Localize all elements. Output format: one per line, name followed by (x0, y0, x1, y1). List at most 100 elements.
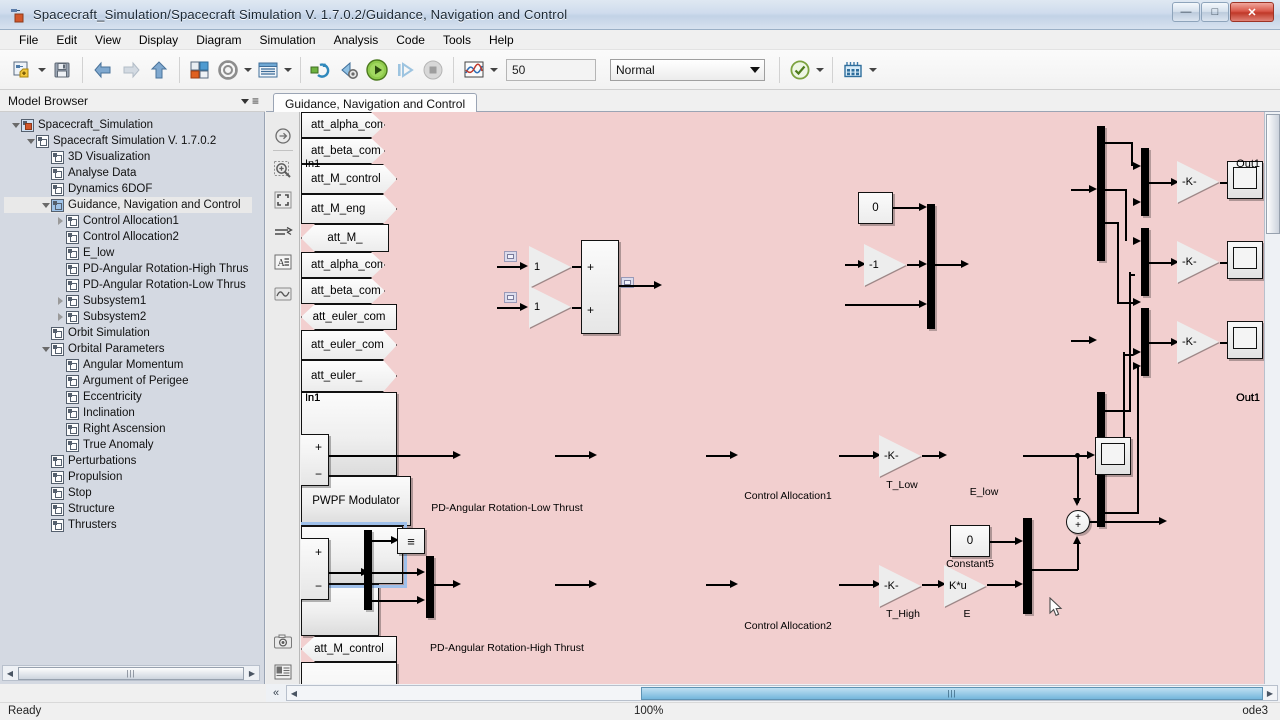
update-model-icon[interactable] (307, 56, 335, 84)
mux-block[interactable] (927, 204, 935, 329)
menu-code[interactable]: Code (387, 31, 434, 49)
scroll-thumb[interactable]: ||| (18, 666, 244, 680)
tree-item-subsystem1[interactable]: Subsystem1 (4, 293, 252, 309)
sum-block[interactable]: + + (581, 240, 619, 334)
tree-item-subsystem2[interactable]: Subsystem2 (4, 309, 252, 325)
tree-item-control-allocation1[interactable]: Control Allocation1 (4, 213, 252, 229)
tree-item-guidance-navigation-and-control[interactable]: Guidance, Navigation and Control (4, 197, 252, 213)
gain-block-k2[interactable]: -K- (1177, 241, 1221, 283)
gain-block-t-low[interactable]: -K- (879, 435, 923, 477)
new-model-dropdown-icon[interactable] (36, 56, 48, 84)
tree-item-spacecraft-simulation[interactable]: Spacecraft_Simulation (4, 117, 252, 133)
subsystem-pd-angular-rotation-high-thrust[interactable]: In1 Out1 (301, 158, 1260, 684)
model-explorer-icon[interactable] (254, 56, 282, 84)
menu-analysis[interactable]: Analysis (325, 31, 388, 49)
menu-display[interactable]: Display (130, 31, 187, 49)
mux-block-1[interactable] (1141, 148, 1149, 216)
tree-item-propulsion[interactable]: Propulsion (4, 469, 252, 485)
menu-diagram[interactable]: Diagram (187, 31, 250, 49)
tree-item-inclination[interactable]: Inclination (4, 405, 252, 421)
library-browser-icon[interactable] (186, 56, 214, 84)
up-to-parent-icon[interactable] (145, 56, 173, 84)
browser-horizontal-scrollbar[interactable]: ◀ ||| ▶ (2, 665, 260, 681)
model-configuration-dropdown-icon[interactable] (242, 56, 254, 84)
inport-att_beta_com-2[interactable]: att_beta_com (301, 278, 385, 304)
tree-twisty-icon[interactable] (40, 341, 51, 357)
tree-item-structure[interactable]: Structure (4, 501, 252, 517)
outport-att_M[interactable]: att_M_ (301, 224, 389, 252)
outport-att_euler_com[interactable]: att_euler_com (301, 304, 397, 330)
tree-item-spacecraft-simulation-v-1-7-0-2[interactable]: Spacecraft Simulation V. 1.7.0.2 (4, 133, 252, 149)
constant5-block[interactable]: 0 (950, 525, 990, 557)
menu-edit[interactable]: Edit (47, 31, 86, 49)
tree-item-stop[interactable]: Stop (4, 485, 252, 501)
inport-att_euler_com[interactable]: att_euler_com (301, 330, 397, 360)
canvas-horizontal-scrollbar[interactable]: ◀ ||| ▶ (286, 685, 1278, 701)
panel-menu-icon[interactable]: ≡ (252, 94, 259, 108)
terminator-block[interactable]: ≡ (397, 528, 425, 554)
tree-twisty-icon[interactable] (55, 213, 66, 229)
report-icon[interactable] (271, 660, 295, 684)
tree-item-perturbations[interactable]: Perturbations (4, 453, 252, 469)
signal-trace-icon[interactable] (271, 220, 295, 244)
gain-block-1b[interactable]: 1 (529, 286, 573, 328)
scroll-left-icon[interactable]: ◀ (3, 666, 17, 680)
gain-block-1a[interactable]: 1 (529, 246, 573, 288)
scope-viewer-icon[interactable] (271, 282, 295, 306)
scroll-left-icon[interactable]: ◀ (287, 686, 301, 700)
simulation-data-inspector-dropdown-icon[interactable] (488, 56, 500, 84)
outport-att_M_control[interactable]: att_M_control (301, 636, 397, 662)
maximize-button[interactable]: □ (1201, 2, 1229, 22)
tree-item-dynamics-6dof[interactable]: Dynamics 6DOF (4, 181, 252, 197)
zoom-in-icon[interactable] (271, 158, 295, 182)
tree-item-thrusters[interactable]: Thrusters (4, 517, 252, 533)
tree-item-orbit-simulation[interactable]: Orbit Simulation (4, 325, 252, 341)
tree-item-pd-angular-rotation-high-thrus[interactable]: PD-Angular Rotation-High Thrus (4, 261, 252, 277)
model-configuration-icon[interactable] (214, 56, 242, 84)
tree-twisty-icon[interactable] (55, 309, 66, 325)
model-explorer-dropdown-icon[interactable] (282, 56, 294, 84)
scroll-right-icon[interactable]: ▶ (1263, 686, 1277, 700)
inport-att_M_eng[interactable]: att_M_eng (301, 194, 397, 224)
camera-icon[interactable] (271, 630, 295, 654)
tab-guidance-navigation-and-control[interactable]: Guidance, Navigation and Control (273, 93, 478, 113)
menu-view[interactable]: View (86, 31, 130, 49)
tree-item-e-low[interactable]: E_low (4, 245, 252, 261)
tree-item-angular-momentum[interactable]: Angular Momentum (4, 357, 252, 373)
sum-block-circle[interactable]: + + (1066, 510, 1090, 534)
mux-block-output[interactable] (1023, 518, 1032, 614)
simulation-mode-select[interactable]: Normal (610, 58, 765, 81)
demux-block-upper[interactable] (1097, 126, 1105, 261)
canvas-vertical-scrollbar[interactable] (1264, 112, 1280, 684)
run-icon[interactable] (363, 56, 391, 84)
menu-simulation[interactable]: Simulation (251, 31, 325, 49)
model-dependency-dropdown-icon[interactable] (867, 56, 879, 84)
tree-item-orbital-parameters[interactable]: Orbital Parameters (4, 341, 252, 357)
tree-item-3d-visualization[interactable]: 3D Visualization (4, 149, 252, 165)
mux-block-3[interactable] (1141, 308, 1149, 376)
demux-block-bottom[interactable] (364, 530, 372, 610)
scroll-thumb[interactable]: ||| (641, 686, 1263, 700)
chevron-down-icon[interactable] (240, 98, 249, 104)
minimize-button[interactable]: — (1172, 2, 1200, 22)
collapse-browser-icon[interactable]: « (266, 684, 286, 702)
scope-block-3[interactable] (1227, 321, 1263, 359)
signal-viewer-badge[interactable] (504, 251, 517, 262)
gain-block-k3[interactable]: -K- (1177, 321, 1221, 363)
tree-item-argument-of-perigee[interactable]: Argument of Perigee (4, 373, 252, 389)
inport-att_euler[interactable]: att_euler_ (301, 360, 397, 392)
scroll-right-icon[interactable]: ▶ (245, 666, 259, 680)
tree-twisty-icon[interactable] (40, 197, 51, 213)
back-icon[interactable] (89, 56, 117, 84)
navigate-icon[interactable] (271, 124, 295, 148)
sum-block-bottom-partial[interactable]: + − (301, 538, 329, 600)
tree-item-true-anomaly[interactable]: True Anomaly (4, 437, 252, 453)
new-model-icon[interactable] (8, 56, 36, 84)
scroll-thumb[interactable] (1266, 114, 1280, 234)
model-advisor-dropdown-icon[interactable] (814, 56, 826, 84)
gain-block-t-high[interactable]: -K- (879, 565, 923, 607)
tree-twisty-icon[interactable] (55, 293, 66, 309)
simulation-data-inspector-icon[interactable] (460, 56, 488, 84)
gain-block-k1[interactable]: -K- (1177, 161, 1221, 203)
tree-item-right-ascension[interactable]: Right Ascension (4, 421, 252, 437)
